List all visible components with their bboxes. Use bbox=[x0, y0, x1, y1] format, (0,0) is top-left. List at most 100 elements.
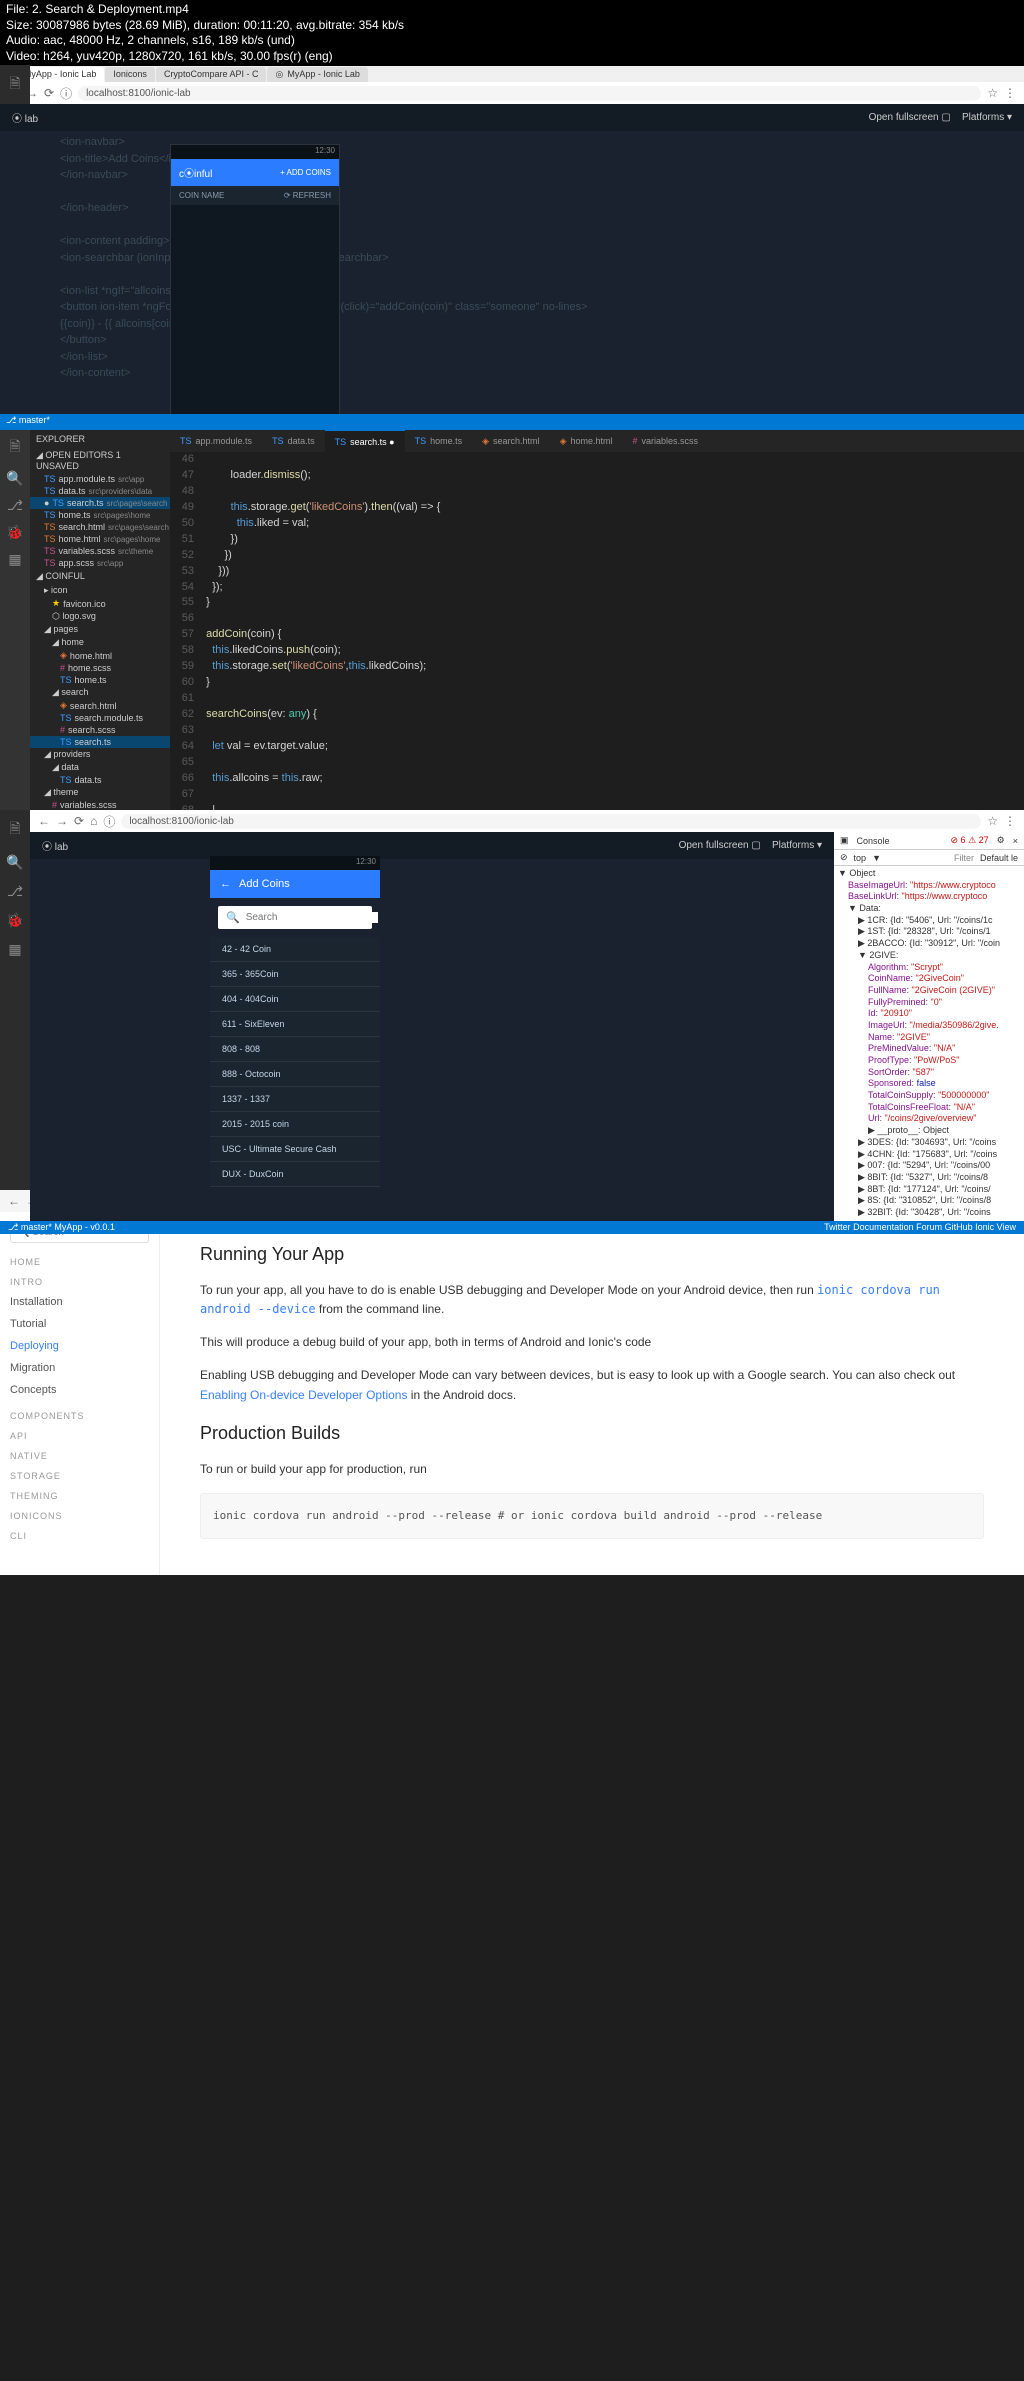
reload-icon[interactable]: ⟳ bbox=[74, 814, 84, 828]
tree-item[interactable]: # search.scss bbox=[30, 724, 170, 736]
browser-tab[interactable]: CryptoCompare API - C bbox=[156, 67, 267, 82]
add-coins-button[interactable]: + ADD COINS bbox=[280, 168, 331, 177]
tree-item[interactable]: ◈ home.html bbox=[30, 649, 170, 662]
open-editors-section[interactable]: ◢ OPEN EDITORS 1 UNSAVED bbox=[30, 448, 170, 473]
menu-icon[interactable]: ⋮ bbox=[1004, 86, 1016, 100]
levels-dropdown[interactable]: Default le bbox=[980, 853, 1018, 863]
open-editor-item[interactable]: TS home.ts src\pages\home bbox=[30, 509, 170, 521]
coin-list-item[interactable]: 2015 - 2015 coin bbox=[210, 1112, 380, 1137]
extensions-icon[interactable]: ▦ bbox=[8, 941, 21, 958]
editor-tab[interactable]: TS search.ts ● bbox=[325, 430, 405, 452]
tree-item[interactable]: TS search.ts bbox=[30, 736, 170, 748]
back-icon[interactable]: ← bbox=[220, 878, 231, 890]
explorer-icon[interactable]: 🗎 bbox=[9, 436, 20, 460]
nav-heading[interactable]: NATIVE bbox=[10, 1451, 149, 1461]
devtools-tab-console[interactable]: Console bbox=[857, 836, 890, 846]
elements-icon[interactable]: ▣ bbox=[840, 835, 849, 846]
tree-item[interactable]: TS search.module.ts bbox=[30, 712, 170, 724]
platforms-dropdown[interactable]: Platforms ▾ bbox=[772, 840, 822, 851]
refresh-button[interactable]: ⟳ REFRESH bbox=[284, 191, 331, 200]
url-input[interactable]: localhost:8100/ionic-lab bbox=[121, 814, 981, 829]
platforms-dropdown[interactable]: Platforms ▾ bbox=[962, 112, 1012, 123]
debug-icon[interactable]: 🐞 bbox=[6, 912, 23, 929]
open-editor-item[interactable]: TS variables.scss src\theme bbox=[30, 545, 170, 557]
search-icon[interactable]: 🔍 bbox=[6, 470, 23, 487]
forward-icon[interactable]: → bbox=[56, 814, 68, 828]
close-icon[interactable]: × bbox=[1013, 836, 1018, 846]
coin-list-item[interactable]: DUX - DuxCoin bbox=[210, 1162, 380, 1187]
nav-heading[interactable]: HOME bbox=[10, 1257, 149, 1267]
docs-nav-link[interactable]: Migration bbox=[10, 1357, 149, 1379]
tree-item[interactable]: ◢ home bbox=[30, 636, 170, 649]
editor-tab[interactable]: ◈ search.html bbox=[472, 430, 549, 452]
open-editor-item[interactable]: TS app.scss src\app bbox=[30, 557, 170, 569]
url-input[interactable]: localhost:8100/ionic-lab bbox=[78, 86, 981, 101]
star-icon[interactable]: ☆ bbox=[987, 86, 998, 100]
extensions-icon[interactable]: ▦ bbox=[8, 551, 21, 568]
open-editor-item[interactable]: TS search.html src\pages\search bbox=[30, 521, 170, 533]
reload-icon[interactable]: ⟳ bbox=[44, 86, 54, 100]
coin-list-item[interactable]: 611 - SixEleven bbox=[210, 1012, 380, 1037]
open-fullscreen-button[interactable]: Open fullscreen bbox=[679, 840, 749, 851]
open-fullscreen-button[interactable]: Open fullscreen bbox=[869, 112, 939, 123]
coin-list-item[interactable]: 808 - 808 bbox=[210, 1037, 380, 1062]
tree-item[interactable]: ◢ providers bbox=[30, 748, 170, 761]
menu-icon[interactable]: ⋮ bbox=[1004, 814, 1016, 828]
nav-heading[interactable]: COMPONENTS bbox=[10, 1411, 149, 1421]
open-editor-item[interactable]: TS app.module.ts src\app bbox=[30, 473, 170, 485]
home-icon[interactable]: ⌂ bbox=[90, 814, 97, 828]
back-icon[interactable]: ← bbox=[8, 1194, 20, 1208]
nav-heading[interactable]: CLI bbox=[10, 1531, 149, 1541]
editor-tab[interactable]: TS home.ts bbox=[405, 430, 473, 452]
settings-icon[interactable]: ⚙ bbox=[997, 835, 1005, 846]
nav-heading[interactable]: API bbox=[10, 1431, 149, 1441]
tree-item[interactable]: ◈ search.html bbox=[30, 699, 170, 712]
scm-icon[interactable]: ⎇ bbox=[7, 497, 23, 514]
tree-item[interactable]: ⬡ logo.svg bbox=[30, 610, 170, 623]
tree-item[interactable]: ▸ icon bbox=[30, 584, 170, 597]
editor-tab[interactable]: ◈ home.html bbox=[550, 430, 623, 452]
debug-icon[interactable]: 🐞 bbox=[6, 524, 23, 541]
open-editor-item[interactable]: TS home.html src\pages\home bbox=[30, 533, 170, 545]
tree-item[interactable]: ◢ data bbox=[30, 761, 170, 774]
tree-item[interactable]: ◢ theme bbox=[30, 786, 170, 799]
search-input[interactable] bbox=[246, 912, 378, 923]
search-box[interactable]: 🔍 bbox=[218, 906, 372, 929]
coin-list-item[interactable]: 1337 - 1337 bbox=[210, 1087, 380, 1112]
open-editor-item[interactable]: ● TS search.ts src\pages\search bbox=[30, 497, 170, 509]
coin-list-item[interactable]: 404 - 404Coin bbox=[210, 987, 380, 1012]
coin-list-item[interactable]: 42 - 42 Coin bbox=[210, 937, 380, 962]
tree-item[interactable]: # home.scss bbox=[30, 662, 170, 674]
tree-item[interactable]: ◢ pages bbox=[30, 623, 170, 636]
back-icon[interactable]: ← bbox=[38, 814, 50, 828]
docs-nav-link[interactable]: Deploying bbox=[10, 1335, 149, 1357]
tree-item[interactable]: ◢ search bbox=[30, 686, 170, 699]
scm-icon[interactable]: ⎇ bbox=[7, 883, 23, 900]
project-section[interactable]: ◢ COINFUL bbox=[30, 569, 170, 584]
coin-list-item[interactable]: 365 - 365Coin bbox=[210, 962, 380, 987]
docs-link[interactable]: Enabling On-device Developer Options bbox=[200, 1388, 407, 1402]
coin-list-item[interactable]: 888 - Octocoin bbox=[210, 1062, 380, 1087]
explorer-icon[interactable]: 🗎 bbox=[9, 73, 20, 97]
nav-heading[interactable]: THEMING bbox=[10, 1491, 149, 1501]
clear-icon[interactable]: ⊘ bbox=[840, 852, 848, 863]
browser-tab[interactable]: ◎ MyApp - Ionic Lab bbox=[267, 67, 367, 82]
nav-heading[interactable]: INTRO bbox=[10, 1277, 149, 1287]
editor-tab[interactable]: TS app.module.ts bbox=[170, 430, 262, 452]
docs-nav-link[interactable]: Tutorial bbox=[10, 1313, 149, 1335]
editor-tab[interactable]: # variables.scss bbox=[623, 430, 709, 452]
star-icon[interactable]: ☆ bbox=[987, 814, 998, 828]
nav-heading[interactable]: STORAGE bbox=[10, 1471, 149, 1481]
browser-tab[interactable]: Ionicons bbox=[105, 67, 155, 82]
tree-item[interactable]: ★ favicon.ico bbox=[30, 597, 170, 610]
tree-item[interactable]: TS data.ts bbox=[30, 774, 170, 786]
context-selector[interactable]: top bbox=[854, 853, 867, 863]
docs-nav-link[interactable]: Concepts bbox=[10, 1379, 149, 1401]
filter-input[interactable]: Filter bbox=[954, 853, 974, 863]
editor-tab[interactable]: TS data.ts bbox=[262, 430, 325, 452]
coin-list-item[interactable]: USC - Ultimate Secure Cash bbox=[210, 1137, 380, 1162]
docs-nav-link[interactable]: Installation bbox=[10, 1291, 149, 1313]
search-icon[interactable]: 🔍 bbox=[6, 854, 23, 871]
tree-item[interactable]: TS home.ts bbox=[30, 674, 170, 686]
open-editor-item[interactable]: TS data.ts src\providers\data bbox=[30, 485, 170, 497]
